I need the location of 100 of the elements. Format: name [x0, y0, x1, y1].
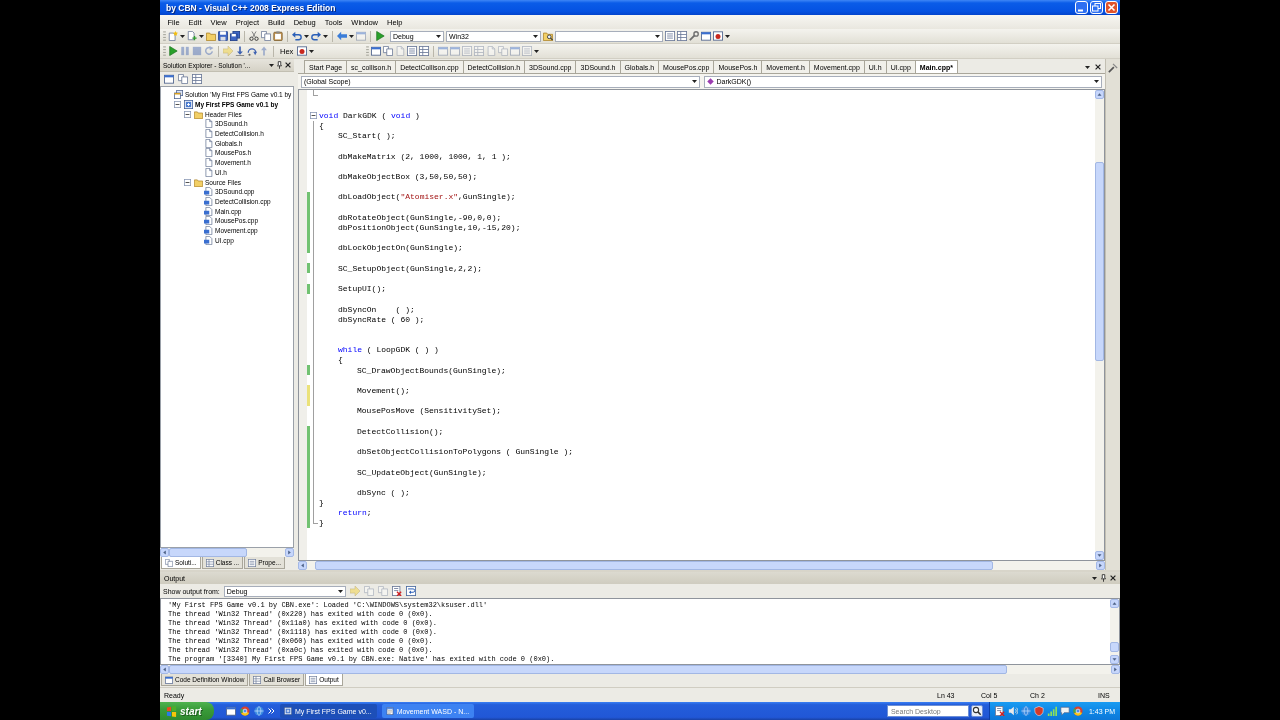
- ball-icon[interactable]: [1072, 706, 1083, 716]
- circular-arrow-icon[interactable]: [204, 46, 214, 56]
- horizontal-scrollbar[interactable]: [298, 561, 1105, 570]
- redo-icon[interactable]: [311, 31, 321, 41]
- code-line: SC_DrawObjectBounds(GunSingle);: [357, 365, 506, 375]
- scrollbar-thumb[interactable]: [1110, 641, 1119, 653]
- scroll-down-icon[interactable]: [1110, 655, 1119, 664]
- minimize-icon[interactable]: [1075, 1, 1088, 14]
- curved-arrow-icon[interactable]: [247, 46, 257, 56]
- table-icon[interactable]: [677, 31, 687, 41]
- search-icon[interactable]: [970, 705, 983, 717]
- scroll-right-icon[interactable]: [1111, 665, 1120, 674]
- window-dot-icon[interactable]: [713, 31, 723, 41]
- table-icon[interactable]: [192, 74, 202, 84]
- list-cross-icon[interactable]: [994, 706, 1005, 716]
- grip-icon[interactable]: [163, 45, 166, 57]
- caret-icon[interactable]: [349, 34, 354, 38]
- collapse-icon[interactable]: [184, 178, 191, 186]
- close-icon[interactable]: [1095, 64, 1101, 70]
- grip-icon[interactable]: [163, 30, 166, 42]
- vertical-scrollbar[interactable]: [1110, 599, 1119, 664]
- caret-icon[interactable]: [199, 34, 204, 38]
- pin-icon[interactable]: [1101, 574, 1106, 582]
- scrollbar-thumb[interactable]: [1095, 162, 1104, 362]
- speaker-icon[interactable]: [1007, 706, 1018, 716]
- caret-icon[interactable]: [269, 63, 274, 67]
- caret-icon[interactable]: [304, 34, 309, 38]
- window-icon[interactable]: [701, 31, 711, 41]
- globe-icon[interactable]: [254, 706, 264, 716]
- copy-icon[interactable]: [261, 31, 271, 41]
- vertical-scrollbar[interactable]: [1095, 90, 1104, 560]
- scroll-left-icon[interactable]: [298, 561, 307, 570]
- copy-icon[interactable]: [178, 74, 188, 84]
- start-button[interactable]: start: [160, 702, 214, 720]
- list-icon[interactable]: [665, 31, 675, 41]
- shield-icon[interactable]: [1033, 706, 1044, 716]
- scrollbar-thumb[interactable]: [169, 548, 247, 557]
- page-icon: [204, 167, 213, 177]
- copy-icon[interactable]: [383, 46, 394, 56]
- wrap-arrow-icon[interactable]: [405, 586, 416, 596]
- caret-icon: [1094, 80, 1099, 83]
- grip-icon[interactable]: [366, 45, 370, 57]
- table-icon: [253, 675, 262, 684]
- window-icon[interactable]: [164, 74, 174, 84]
- plus-tile-icon: [284, 707, 292, 715]
- caret-icon: [337, 589, 343, 593]
- window-icon[interactable]: [371, 46, 382, 56]
- close-icon[interactable]: [285, 62, 291, 68]
- page-icon: [204, 138, 213, 148]
- caret-icon[interactable]: [323, 34, 328, 38]
- scroll-up-icon[interactable]: [1095, 90, 1104, 99]
- play-icon[interactable]: [375, 31, 385, 41]
- horizontal-scrollbar[interactable]: [160, 548, 294, 557]
- hammer-icon[interactable]: [1108, 63, 1118, 73]
- down-arrow-icon[interactable]: [235, 46, 245, 56]
- caret-icon[interactable]: [309, 49, 315, 53]
- clipboard-icon[interactable]: [273, 31, 283, 41]
- caret-icon[interactable]: [725, 34, 730, 38]
- undo-icon[interactable]: [292, 31, 302, 41]
- code-line: dbSyncRate ( 60 );: [338, 314, 425, 324]
- ball-icon[interactable]: [240, 706, 250, 716]
- chevron-icon[interactable]: [268, 708, 275, 714]
- list-icon: [248, 558, 257, 567]
- close-icon[interactable]: [1110, 575, 1116, 581]
- collapse-icon[interactable]: [184, 110, 191, 118]
- window-icon[interactable]: [226, 706, 236, 716]
- signal-bars-icon[interactable]: [1046, 706, 1057, 716]
- window-dot-icon[interactable]: [297, 46, 308, 56]
- code-line: while ( LoopGDK ( ) ): [338, 345, 439, 355]
- scroll-right-icon[interactable]: [285, 548, 294, 557]
- chat-icon[interactable]: [1059, 706, 1070, 716]
- restore-icon[interactable]: [1090, 1, 1103, 14]
- caret-icon[interactable]: [1085, 65, 1090, 69]
- pause-icon[interactable]: [180, 46, 190, 56]
- scroll-right-icon[interactable]: [1096, 561, 1105, 570]
- caret-icon[interactable]: [1092, 576, 1097, 580]
- magnifier-icon[interactable]: [689, 31, 699, 41]
- pin-icon[interactable]: [277, 61, 282, 69]
- globe-icon[interactable]: [1020, 706, 1031, 716]
- table-icon[interactable]: [419, 46, 430, 56]
- scroll-up-icon[interactable]: [1110, 599, 1119, 608]
- folder-search-icon[interactable]: [543, 31, 553, 41]
- scroll-left-icon[interactable]: [160, 548, 169, 557]
- page-icon: [204, 158, 213, 168]
- code-line: SC_UpdateObject(GunSingle);: [357, 467, 487, 477]
- add-page-icon[interactable]: [187, 31, 197, 41]
- left-arrow-icon[interactable]: [337, 31, 347, 41]
- collapse-icon[interactable]: [174, 101, 181, 109]
- scissors-icon[interactable]: [249, 31, 259, 41]
- collapse-icon[interactable]: [310, 111, 317, 119]
- code-line: dbSyncOn ( );: [338, 304, 415, 314]
- scrollbar-thumb[interactable]: [314, 561, 994, 570]
- list-icon[interactable]: [407, 46, 418, 56]
- caret-icon[interactable]: [180, 34, 185, 38]
- list-cross-icon[interactable]: [391, 586, 402, 596]
- scroll-down-icon[interactable]: [1095, 551, 1104, 560]
- caret-icon[interactable]: [534, 49, 540, 53]
- play-icon[interactable]: [168, 46, 178, 56]
- scroll-left-icon[interactable]: [160, 665, 169, 674]
- floppy-disks-icon[interactable]: [230, 31, 240, 41]
